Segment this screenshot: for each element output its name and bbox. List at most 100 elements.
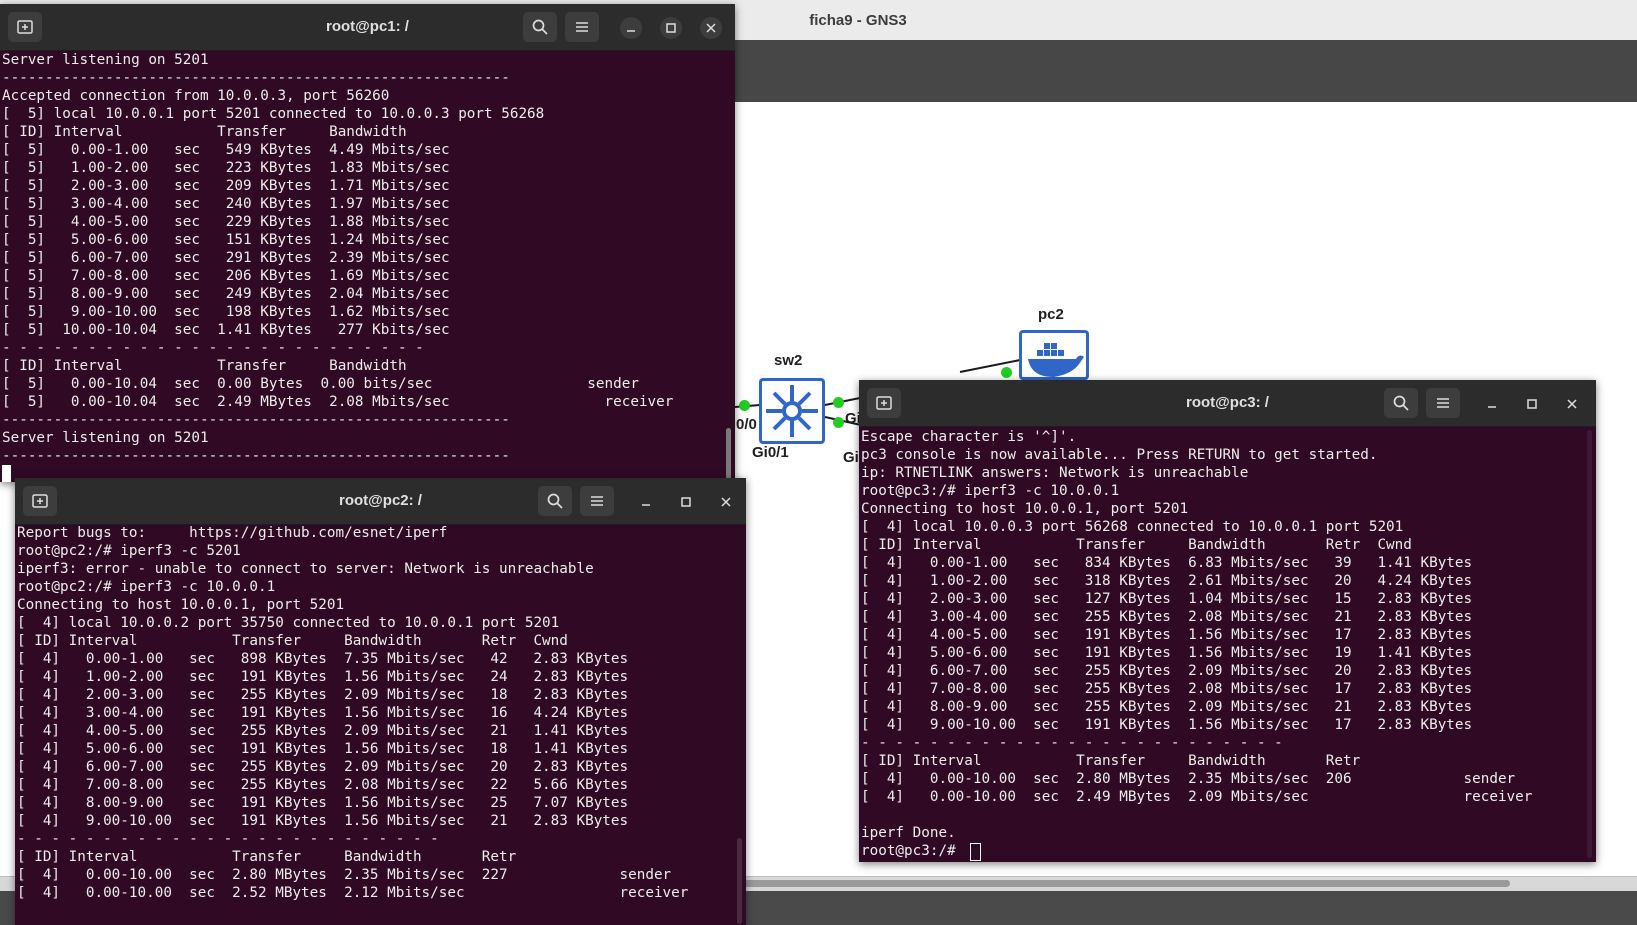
- terminal-line: Connecting to host 10.0.0.1, port 5201: [17, 597, 345, 613]
- terminal-line: [ 5] 5.00-6.00 sec 151 KBytes 1.24 Mbits…: [2, 232, 450, 248]
- terminal-line: Server listening on 5201: [2, 52, 209, 68]
- scrollbar-thumb[interactable]: [740, 880, 1510, 887]
- terminal-line: iperf3: error - unable to connect to ser…: [17, 561, 594, 577]
- close-button[interactable]: [1561, 393, 1583, 415]
- menu-button[interactable]: [580, 486, 614, 516]
- terminal-line: [ 5] 2.00-3.00 sec 209 KBytes 1.71 Mbits…: [2, 178, 450, 194]
- terminal-line: [ 4] 0.00-10.00 sec 2.80 MBytes 2.35 Mbi…: [17, 867, 672, 883]
- terminal-scrollbar[interactable]: [726, 428, 731, 482]
- terminal-output[interactable]: Server listening on 5201 ----------------…: [2, 51, 723, 465]
- terminal-line: [ 4] 3.00-4.00 sec 255 KBytes 2.08 Mbits…: [861, 609, 1473, 625]
- terminal-line: [ 4] 2.00-3.00 sec 127 KBytes 1.04 Mbits…: [861, 591, 1473, 607]
- terminal-line: iperf Done.: [861, 825, 956, 841]
- terminal-output[interactable]: Report bugs to: https://github.com/esnet…: [17, 524, 734, 902]
- terminal-line: [ 5] 3.00-4.00 sec 240 KBytes 1.97 Mbits…: [2, 196, 450, 212]
- close-button[interactable]: [715, 491, 737, 513]
- terminal-window-pc3[interactable]: root@pc3: / Escape character is '^]'. pc3…: [859, 380, 1596, 862]
- terminal-titlebar[interactable]: root@pc1: /: [0, 4, 735, 51]
- terminal-window-pc2[interactable]: root@pc2: / Report bugs to: https://gith…: [15, 478, 746, 925]
- terminal-line: [ 5] 4.00-5.00 sec 229 KBytes 1.88 Mbits…: [2, 214, 450, 230]
- hamburger-menu-icon: [1437, 398, 1449, 408]
- minimize-button[interactable]: [620, 17, 642, 39]
- link-status-dot: [739, 400, 750, 411]
- terminal-line: [ 5] 7.00-8.00 sec 206 KBytes 1.69 Mbits…: [2, 268, 450, 284]
- terminal-line: [ 4] 5.00-6.00 sec 191 KBytes 1.56 Mbits…: [861, 645, 1473, 661]
- terminal-line: Server listening on 5201: [2, 430, 209, 446]
- terminal-line: [ ID] Interval Transfer Bandwidth Retr: [861, 753, 1361, 769]
- terminal-line: pc3 console is now available... Press RE…: [861, 447, 1378, 463]
- pc2-label: pc2: [1038, 306, 1064, 323]
- terminal-line: Report bugs to: https://github.com/esnet…: [17, 525, 448, 541]
- hamburger-menu-icon: [591, 496, 603, 506]
- terminal-titlebar[interactable]: root@pc3: /: [859, 380, 1596, 427]
- if-label-sw2-left: 0/0: [736, 416, 757, 433]
- link-status-dot: [1001, 367, 1012, 378]
- terminal-line: Accepted connection from 10.0.0.3, port …: [2, 88, 390, 104]
- terminal-line: [ 5] 6.00-7.00 sec 291 KBytes 2.39 Mbits…: [2, 250, 450, 266]
- terminal-line: [ 5] 8.00-9.00 sec 249 KBytes 2.04 Mbits…: [2, 286, 450, 302]
- menu-button[interactable]: [565, 12, 599, 42]
- terminal-line: [ 4] 1.00-2.00 sec 318 KBytes 2.61 Mbits…: [861, 573, 1473, 589]
- terminal-line: [ 5] local 10.0.0.1 port 5201 connected …: [2, 106, 545, 122]
- terminal-line: Escape character is '^]'.: [861, 429, 1077, 445]
- terminal-line: - - - - - - - - - - - - - - - - - - - - …: [2, 340, 424, 356]
- sw2-switch-icon[interactable]: [759, 378, 825, 444]
- minimize-icon: [642, 504, 650, 506]
- minimize-button[interactable]: [1481, 393, 1503, 415]
- terminal-line: [ 4] 9.00-10.00 sec 191 KBytes 1.56 Mbit…: [17, 813, 629, 829]
- terminal-line: [ 4] 3.00-4.00 sec 191 KBytes 1.56 Mbits…: [17, 705, 629, 721]
- maximize-icon: [666, 23, 676, 33]
- terminal-scrollbar[interactable]: [1587, 430, 1592, 858]
- link-status-dot: [833, 397, 844, 408]
- terminal-line: [ 4] 0.00-10.00 sec 2.80 MBytes 2.35 Mbi…: [861, 771, 1516, 787]
- terminal-line: [ 4] 4.00-5.00 sec 255 KBytes 2.09 Mbits…: [17, 723, 629, 739]
- terminal-line: [ ID] Interval Transfer Bandwidth Retr C…: [861, 537, 1412, 553]
- close-icon: [706, 23, 716, 33]
- terminal-line: [ 4] 6.00-7.00 sec 255 KBytes 2.09 Mbits…: [861, 663, 1473, 679]
- terminal-line: [ 4] 9.00-10.00 sec 191 KBytes 1.56 Mbit…: [861, 717, 1473, 733]
- terminal-output[interactable]: Escape character is '^]'. pc3 console is …: [861, 428, 1584, 860]
- terminal-line: [ 4] 8.00-9.00 sec 191 KBytes 1.56 Mbits…: [17, 795, 629, 811]
- terminal-line: [ 4] 6.00-7.00 sec 255 KBytes 2.09 Mbits…: [17, 759, 629, 775]
- menu-button[interactable]: [1426, 388, 1460, 418]
- terminal-line: [ ID] Interval Transfer Bandwidth: [2, 124, 407, 140]
- terminal-line: ----------------------------------------…: [2, 412, 510, 428]
- search-icon: [547, 493, 563, 509]
- terminal-line: [ ID] Interval Transfer Bandwidth: [2, 358, 407, 374]
- maximize-button[interactable]: [660, 17, 682, 39]
- terminal-line: [ 4] 0.00-1.00 sec 898 KBytes 7.35 Mbits…: [17, 651, 629, 667]
- maximize-button[interactable]: [1521, 393, 1543, 415]
- maximize-icon: [681, 497, 691, 507]
- maximize-icon: [1527, 399, 1537, 409]
- terminal-line: ----------------------------------------…: [2, 448, 510, 464]
- terminal-scrollbar[interactable]: [737, 838, 742, 924]
- sw2-label: sw2: [774, 352, 803, 369]
- terminal-line: root@pc2:/# iperf3 -c 10.0.0.1: [17, 579, 276, 595]
- terminal-titlebar[interactable]: root@pc2: /: [15, 478, 746, 525]
- close-button[interactable]: [700, 17, 722, 39]
- terminal-line: [ 4] 7.00-8.00 sec 255 KBytes 2.08 Mbits…: [17, 777, 629, 793]
- close-icon: [721, 497, 731, 507]
- terminal-line: [ 4] 1.00-2.00 sec 191 KBytes 1.56 Mbits…: [17, 669, 629, 685]
- terminal-cursor: [970, 843, 981, 861]
- search-button[interactable]: [1384, 388, 1418, 418]
- terminal-line: [ 5] 0.00-1.00 sec 549 KBytes 4.49 Mbits…: [2, 142, 450, 158]
- terminal-line: [ 5] 1.00-2.00 sec 223 KBytes 1.83 Mbits…: [2, 160, 450, 176]
- search-button[interactable]: [523, 12, 557, 42]
- terminal-line: [ 5] 0.00-10.04 sec 2.49 MBytes 2.08 Mbi…: [2, 394, 674, 410]
- terminal-line: [ 4] 2.00-3.00 sec 255 KBytes 2.09 Mbits…: [17, 687, 629, 703]
- pc2-docker-icon[interactable]: [1019, 330, 1089, 380]
- terminal-cursor: [2, 465, 11, 482]
- terminal-line: - - - - - - - - - - - - - - - - - - - - …: [17, 831, 439, 847]
- terminal-line: [ 4] 7.00-8.00 sec 255 KBytes 2.08 Mbits…: [861, 681, 1473, 697]
- search-button[interactable]: [538, 486, 572, 516]
- minimize-icon: [627, 30, 635, 32]
- terminal-window-pc1[interactable]: root@pc1: / Server listening on 5201 ----…: [0, 4, 735, 482]
- link-status-dot: [833, 417, 844, 428]
- terminal-line: ----------------------------------------…: [2, 70, 510, 86]
- maximize-button[interactable]: [675, 491, 697, 513]
- minimize-button[interactable]: [635, 491, 657, 513]
- terminal-line: root@pc2:/# iperf3 -c 5201: [17, 543, 241, 559]
- terminal-line: [ 4] local 10.0.0.3 port 56268 connected…: [861, 519, 1404, 535]
